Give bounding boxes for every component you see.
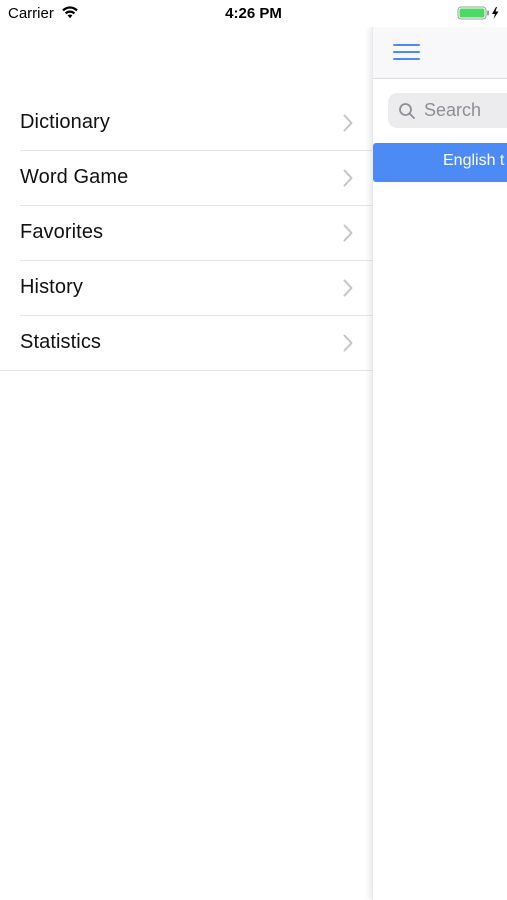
search-bar[interactable] <box>388 93 507 128</box>
hamburger-icon[interactable] <box>393 43 421 61</box>
side-menu: Dictionary Word Game Favorites History S… <box>0 27 372 900</box>
menu-item-label: Favorites <box>20 221 104 243</box>
search-icon <box>399 103 415 119</box>
menu-item-label: Dictionary <box>20 111 110 133</box>
search-input[interactable] <box>424 93 507 128</box>
menu-item-label: History <box>20 276 83 298</box>
chevron-right-icon <box>343 279 353 297</box>
menu-item-word-game[interactable]: Word Game <box>20 151 372 206</box>
app-screen: Carrier 4:26 PM Dictionary Word Game Fav… <box>0 0 507 900</box>
navigation-bar <box>373 27 507 79</box>
menu-item-label: Word Game <box>20 166 129 188</box>
language-pair-label: English t <box>443 152 505 169</box>
menu-item-statistics[interactable]: Statistics <box>0 316 372 371</box>
chevron-right-icon <box>343 114 353 132</box>
chevron-right-icon <box>343 334 353 352</box>
status-bar: Carrier 4:26 PM <box>0 0 507 27</box>
menu-item-dictionary[interactable]: Dictionary <box>20 96 372 151</box>
clock-time: 4:26 PM <box>225 5 282 22</box>
menu-item-label: Statistics <box>20 331 102 353</box>
chevron-right-icon <box>343 169 353 187</box>
menu-list: Dictionary Word Game Favorites History S… <box>0 96 372 371</box>
battery-charging-icon <box>457 6 499 20</box>
language-selector-bar[interactable]: English t <box>373 143 507 182</box>
menu-item-history[interactable]: History <box>20 261 372 316</box>
chevron-right-icon <box>343 224 353 242</box>
menu-item-favorites[interactable]: Favorites <box>20 206 372 261</box>
main-panel: English t <box>372 27 507 900</box>
